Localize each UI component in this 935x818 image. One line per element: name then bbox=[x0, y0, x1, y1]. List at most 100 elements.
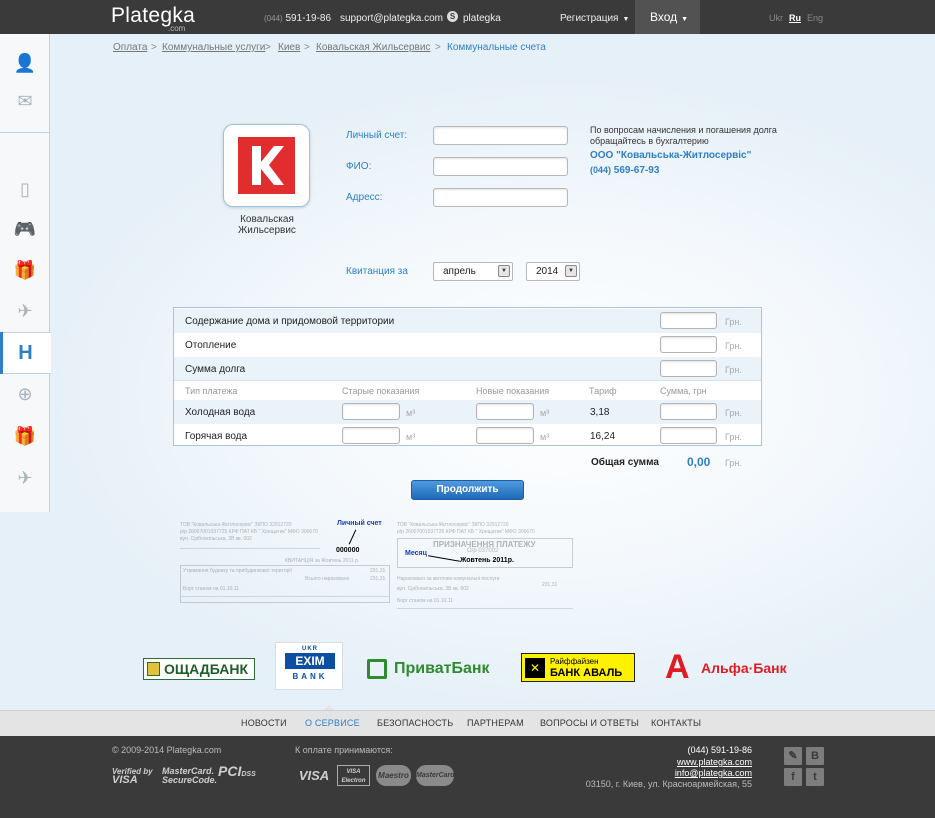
cold-water-old-input[interactable] bbox=[342, 403, 400, 420]
cold-water-new-input[interactable] bbox=[476, 403, 534, 420]
breadcrumb-item[interactable]: Киев bbox=[278, 42, 300, 53]
visa-card-icon: VISA bbox=[298, 768, 330, 783]
pencil-icon[interactable]: ✎ bbox=[784, 747, 802, 765]
oschadbank-logo[interactable]: ОЩАДБАНК bbox=[143, 658, 255, 680]
table-row: Холодная вода м³ м³ 3,18 Грн. bbox=[174, 400, 761, 424]
k-logo-icon bbox=[252, 146, 284, 185]
breadcrumb-item[interactable]: Коммунальные услуги bbox=[162, 42, 265, 53]
nav-faq[interactable]: ВОПРОСЫ И ОТВЕТЫ bbox=[540, 718, 639, 728]
breadcrumb-item[interactable]: Оплата bbox=[113, 42, 147, 53]
year-select[interactable]: 2014 ▼ bbox=[526, 262, 580, 281]
header: Plategka .com (044) 591-19-86 support@pl… bbox=[0, 0, 935, 34]
footer-address: 03150, г. Киев, ул. Красноармейская, 55 bbox=[585, 779, 752, 789]
nav-security[interactable]: БЕЗОПАСНОСТЬ bbox=[377, 718, 453, 728]
table-row: Отопление Грн. bbox=[174, 333, 761, 357]
nav-active-indicator bbox=[324, 705, 334, 710]
header-email[interactable]: support@plategka.com bbox=[340, 13, 443, 24]
ukreximbank-logo[interactable]: UKR EXIM BANK bbox=[275, 642, 343, 690]
hot-water-sum-input[interactable] bbox=[660, 427, 717, 444]
facebook-icon[interactable]: f bbox=[784, 768, 802, 786]
maintenance-amount-input[interactable] bbox=[660, 312, 717, 329]
nav-partners[interactable]: ПАРТНЕРАМ bbox=[467, 718, 524, 728]
breadcrumb-item[interactable]: Ковальская Жильсервис bbox=[316, 42, 430, 53]
gift-icon[interactable]: 🎁 bbox=[13, 425, 37, 447]
footer-email-link[interactable]: info@plategka.com bbox=[640, 768, 752, 778]
nav-news[interactable]: НОВОСТИ bbox=[241, 718, 287, 728]
login-button[interactable]: Вход ▼ bbox=[635, 0, 700, 34]
register-menu[interactable]: Регистрация ▼ bbox=[560, 13, 629, 24]
alfabank-logo[interactable]: А Альфа·Банк bbox=[665, 650, 795, 688]
gamepad-icon[interactable]: 🎮 bbox=[13, 218, 37, 240]
lang-eng[interactable]: Eng bbox=[807, 13, 823, 23]
user-icon[interactable]: 👤 bbox=[13, 52, 37, 74]
hotel-icon[interactable]: H bbox=[0, 332, 51, 374]
fio-input[interactable] bbox=[433, 157, 568, 176]
visa-electron-card-icon: VISA Electron bbox=[337, 765, 370, 786]
pci-dss-logo: PCIDSS bbox=[218, 763, 256, 779]
chevron-down-icon: ▼ bbox=[565, 265, 577, 277]
raiffeisen-icon: ✕ bbox=[525, 658, 545, 678]
info-company: ООО "Ковальська-Житлосервіс" bbox=[590, 150, 752, 161]
skype-icon: S bbox=[447, 11, 458, 22]
gift-icon[interactable]: 🎁 bbox=[13, 259, 37, 281]
chevron-down-icon: ▼ bbox=[681, 16, 689, 23]
verified-by-visa-logo: Verified by VISA bbox=[112, 767, 153, 786]
receipt-account-value: 000000 bbox=[336, 547, 360, 554]
vk-icon[interactable]: В bbox=[806, 747, 824, 765]
receipt-label: Квитанция за bbox=[346, 266, 408, 277]
cold-water-sum-input[interactable] bbox=[660, 403, 717, 420]
continue-button[interactable]: Продолжить bbox=[411, 480, 524, 500]
table-row: Содержание дома и придомовой территории … bbox=[174, 309, 761, 333]
twitter-icon[interactable]: t bbox=[806, 768, 824, 786]
table-header-row: Тип платежа Старые показания Новые показ… bbox=[174, 380, 761, 400]
account-input[interactable] bbox=[433, 126, 568, 145]
total-unit: Грн. bbox=[725, 458, 742, 468]
company-logo-mark bbox=[238, 137, 295, 194]
total-label: Общая сумма bbox=[591, 457, 659, 468]
payment-table: Содержание дома и придомовой территории … bbox=[173, 307, 762, 446]
footer-site-link[interactable]: www.plategka.com bbox=[640, 757, 752, 767]
maestro-card-icon: Maestro bbox=[376, 765, 411, 786]
raiffeisen-aval-logo[interactable]: ✕ Райффайзен БАНК АВАЛЬ bbox=[521, 653, 635, 682]
address-input[interactable] bbox=[433, 188, 568, 207]
header-skype[interactable]: plategka bbox=[463, 13, 501, 24]
table-row: Сумма долга Грн. bbox=[174, 357, 761, 381]
debt-amount-input[interactable] bbox=[660, 360, 717, 377]
info-phone: (044) 569-67-93 bbox=[590, 165, 660, 176]
receipt-annotation-month: Месяц bbox=[405, 550, 427, 557]
chevron-down-icon: ▼ bbox=[622, 16, 630, 23]
privatbank-logo[interactable]: ПриватБанк bbox=[367, 657, 499, 681]
sidebar-divider bbox=[0, 132, 50, 133]
month-select[interactable]: апрель ▼ bbox=[433, 262, 513, 281]
mail-icon[interactable]: ✉ bbox=[13, 90, 37, 112]
alfabank-icon: А bbox=[665, 648, 690, 686]
phone-icon[interactable]: ▯ bbox=[13, 178, 37, 200]
heating-amount-input[interactable] bbox=[660, 336, 717, 353]
plane-icon[interactable]: ✈ bbox=[13, 467, 37, 489]
company-name: Ковальская Жильсервис bbox=[238, 214, 296, 236]
nav-about[interactable]: О СЕРВИСЕ bbox=[305, 718, 360, 728]
table-row: Горячая вода м³ м³ 16,24 Грн. bbox=[174, 424, 761, 448]
total-value: 0,00 bbox=[687, 455, 711, 469]
plane-icon[interactable]: ✈ bbox=[13, 300, 37, 322]
lang-ukr[interactable]: Ukr bbox=[769, 13, 783, 23]
accept-label: К оплате принимаются: bbox=[295, 745, 393, 755]
mastercard-card-icon: MasterCard bbox=[416, 765, 455, 786]
privatbank-icon bbox=[367, 659, 387, 679]
hot-water-old-input[interactable] bbox=[342, 427, 400, 444]
copyright: © 2009-2014 Plategka.com bbox=[112, 745, 222, 755]
receipt-sample: ТОВ "Ковальська-Житлосервіс" ЗКПО 329127… bbox=[175, 518, 575, 620]
footer-phone: (044) 591-19-86 bbox=[687, 745, 752, 755]
receipt-annotation-account: Личный счет bbox=[337, 520, 382, 527]
lang-ru[interactable]: Ru bbox=[789, 13, 801, 23]
globe-icon[interactable]: ⊕ bbox=[13, 383, 37, 405]
account-label: Личный счет: bbox=[346, 130, 408, 141]
chevron-down-icon: ▼ bbox=[498, 265, 510, 277]
info-text: По вопросам начисления и погашения долга… bbox=[590, 125, 777, 146]
address-label: Адресс: bbox=[346, 192, 383, 203]
company-logo bbox=[223, 124, 310, 207]
receipt-month-value: Жовтень 2011р. bbox=[460, 557, 514, 564]
hot-water-new-input[interactable] bbox=[476, 427, 534, 444]
mastercard-securecode-logo: MasterCard. SecureCode. bbox=[162, 766, 218, 785]
nav-contacts[interactable]: КОНТАКТЫ bbox=[651, 718, 701, 728]
